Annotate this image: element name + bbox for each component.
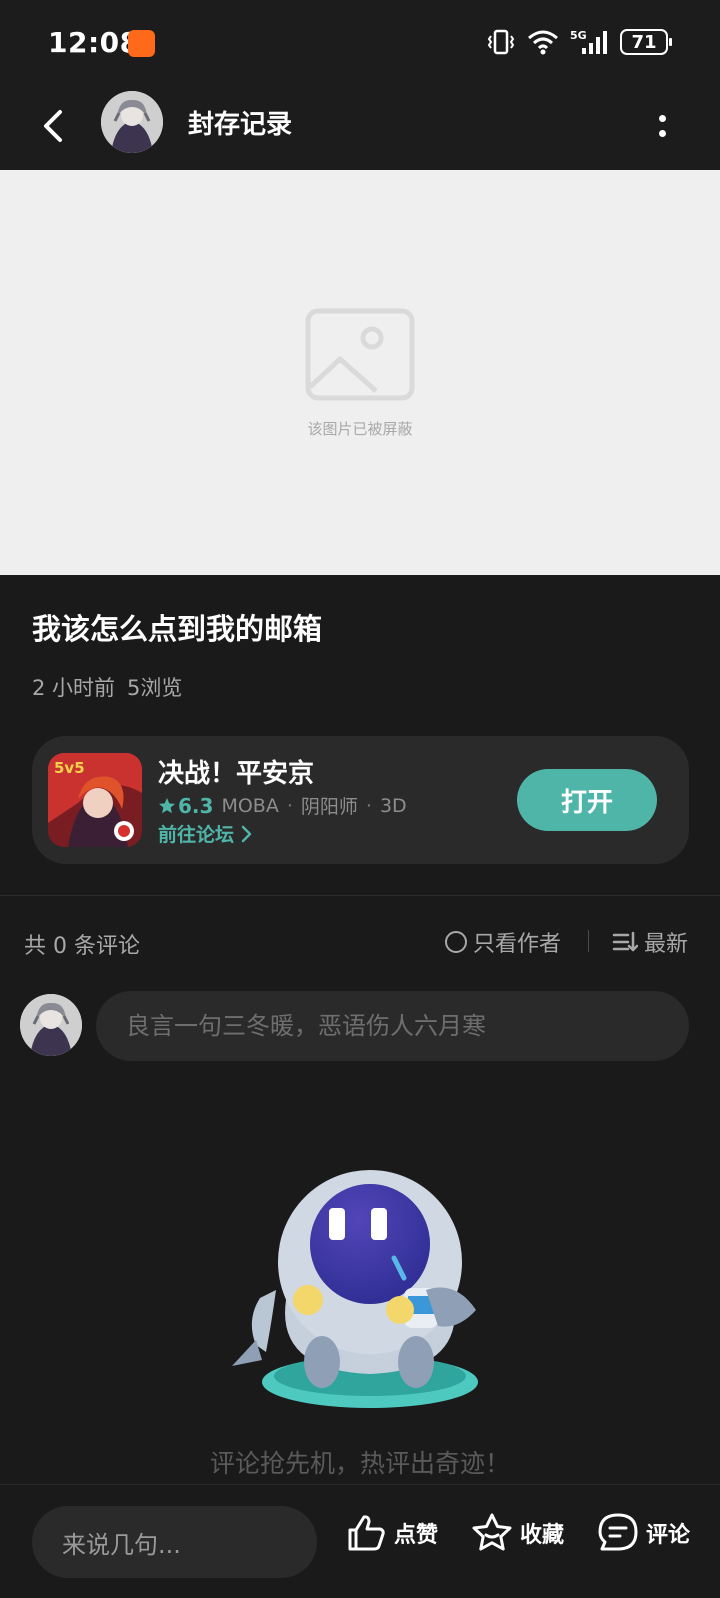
battery-indicator: 71 — [620, 29, 672, 55]
game-name: 决战！平安京 — [158, 759, 315, 789]
signal-icon: 5G — [570, 29, 607, 54]
blocked-image-text: 该图片已被屏蔽 — [307, 420, 413, 438]
svg-text:5G: 5G — [570, 29, 587, 42]
bottom-action-bar: 来说几句... 点赞 收藏 评论 — [0, 1484, 720, 1598]
game-rating: 6.3 — [158, 794, 213, 818]
status-icons: 5G 71 — [486, 28, 672, 56]
quick-comment-input[interactable]: 来说几句... — [32, 1506, 317, 1578]
forum-link-label: 前往论坛 — [158, 824, 235, 846]
divider — [588, 930, 589, 952]
back-button[interactable] — [34, 104, 78, 148]
game-tag: MOBA — [221, 794, 279, 817]
post-title: 我该怎么点到我的邮箱 — [32, 612, 323, 646]
comment-input[interactable] — [96, 991, 689, 1061]
status-bar: 12:08 5G 71 — [0, 0, 720, 86]
favorite-button[interactable]: 收藏 — [470, 1511, 564, 1555]
game-stats: 6.3 MOBA · 阴阳师 · 3D — [158, 792, 407, 819]
game-card[interactable]: 5v5 决战！平安京 6.3 MOBA · 阴阳师 · 3D 前往论坛 打开 — [32, 736, 689, 864]
post-views: 5浏览 — [127, 676, 183, 700]
svg-text:5v5: 5v5 — [54, 759, 85, 777]
sort-button[interactable]: 最新 — [612, 926, 688, 958]
star-outline-icon — [472, 1513, 512, 1551]
status-time: 12:08 — [48, 26, 140, 59]
game-tag: 阴阳师 — [300, 796, 358, 818]
vibrate-icon — [487, 29, 515, 55]
post-time: 2 小时前 — [32, 676, 116, 700]
page-title: 封存记录 — [188, 110, 293, 140]
radio-circle-icon — [445, 931, 467, 953]
chevron-left-icon — [44, 110, 62, 142]
open-game-button[interactable]: 打开 — [517, 769, 657, 831]
game-tag: 3D — [379, 794, 407, 817]
forum-link[interactable]: 前往论坛 — [158, 820, 252, 847]
like-label: 点赞 — [394, 1523, 439, 1548]
dot — [658, 115, 666, 122]
sort-icon — [612, 931, 638, 952]
blocked-image[interactable]: 该图片已被屏蔽 — [0, 170, 720, 575]
star-icon — [159, 797, 175, 813]
wifi-icon — [528, 30, 558, 55]
comment-button[interactable]: 评论 — [596, 1511, 690, 1555]
header: 封存记录 — [0, 86, 720, 170]
divider — [0, 895, 720, 896]
post-meta: 2 小时前 5浏览 — [32, 672, 182, 702]
comment-count: 共 0 条评论 — [24, 934, 140, 959]
author-only-toggle[interactable]: 只看作者 — [445, 926, 561, 958]
comment-label: 评论 — [646, 1523, 691, 1548]
dot — [658, 130, 666, 137]
game-icon: 5v5 — [48, 753, 142, 847]
rating-value: 6.3 — [178, 793, 214, 818]
image-placeholder-icon — [305, 308, 415, 401]
avatar — [20, 994, 82, 1056]
app-notification-icon — [128, 30, 155, 57]
empty-state-robot-illustration — [232, 1170, 478, 1408]
comment-bubble-icon — [598, 1513, 638, 1551]
chevron-right-icon — [241, 825, 252, 842]
sort-label: 最新 — [644, 932, 689, 957]
more-options-button[interactable] — [650, 104, 674, 148]
favorite-label: 收藏 — [520, 1523, 565, 1548]
separator: · — [365, 794, 372, 817]
empty-comments-text: 评论抢先机，热评出奇迹！ — [209, 1449, 510, 1478]
author-only-label: 只看作者 — [473, 932, 562, 957]
thumbs-up-icon — [348, 1515, 385, 1551]
separator: · — [286, 794, 293, 817]
avatar[interactable] — [101, 91, 163, 153]
like-button[interactable]: 点赞 — [344, 1511, 438, 1555]
